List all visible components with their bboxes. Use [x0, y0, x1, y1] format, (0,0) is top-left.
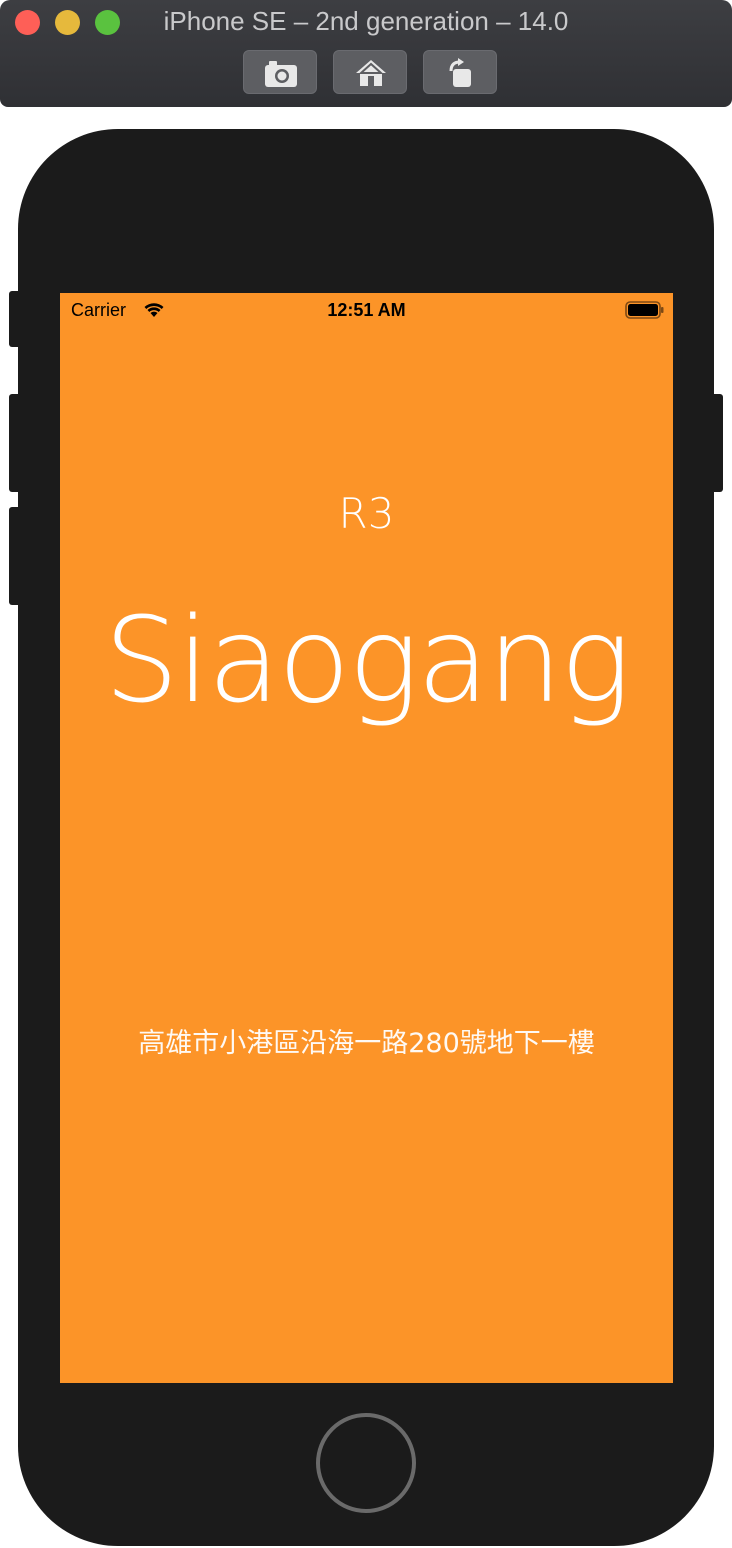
home-toolbar-button[interactable]: [333, 50, 407, 94]
station-address-label: 高雄市小港區沿海一路280號地下一樓: [138, 1028, 595, 1059]
line-code-label: R3: [338, 489, 395, 538]
rotate-icon: [449, 58, 471, 87]
window-title: iPhone SE – 2nd generation – 14.0: [163, 6, 569, 36]
rotate-button[interactable]: [423, 50, 497, 94]
status-time: 12:51 AM: [327, 300, 406, 320]
simulator-titlebar: iPhone SE – 2nd generation – 14.0: [0, 0, 732, 107]
device-home-button[interactable]: [316, 1413, 416, 1513]
app-screen: Carrier 12:51 AM R3 Siaogang 高雄市小港區沿海一路2…: [60, 293, 673, 1383]
station-name-label: Siaogang: [104, 591, 631, 729]
battery-icon: [625, 301, 664, 319]
home-icon: [356, 60, 386, 86]
screenshot-button[interactable]: [243, 50, 317, 94]
camera-icon: [265, 61, 297, 87]
status-bar: Carrier 12:51 AM: [60, 293, 673, 329]
